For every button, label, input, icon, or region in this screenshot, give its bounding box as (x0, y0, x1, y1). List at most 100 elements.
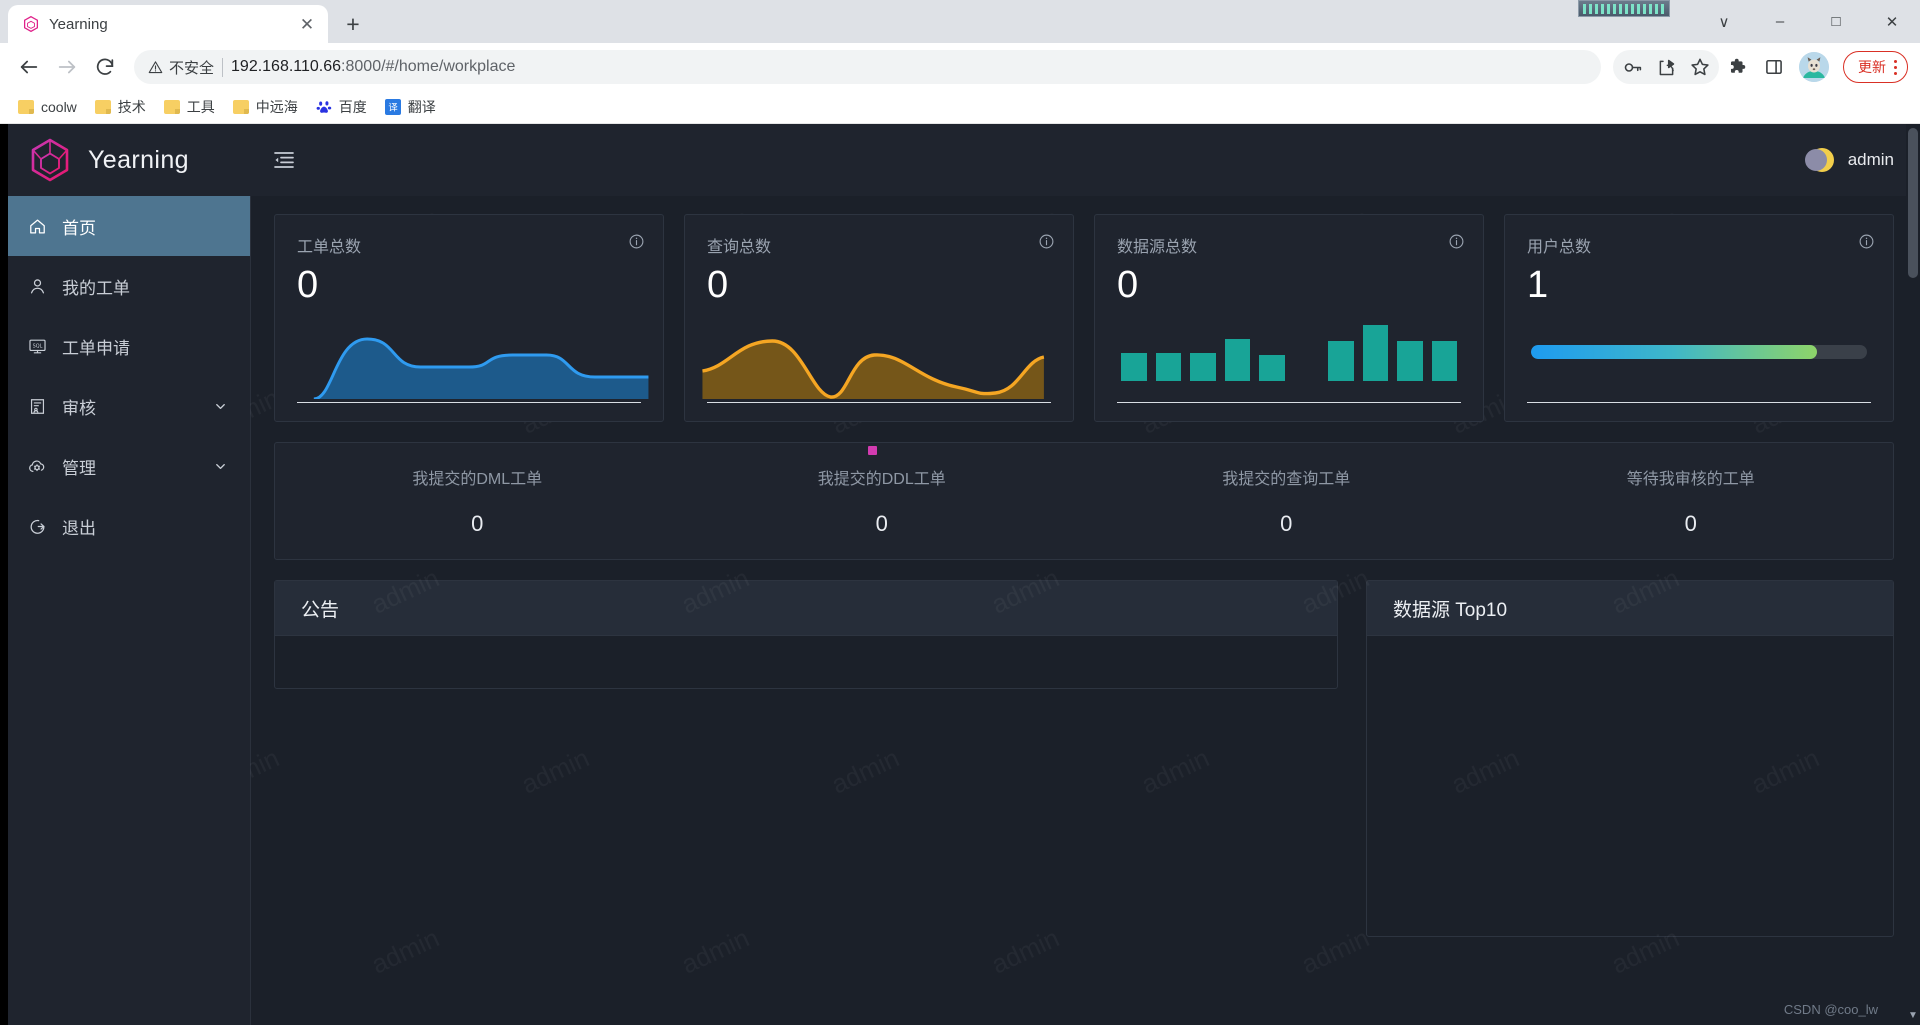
summary-label: 等待我审核的工单 (1626, 471, 1755, 488)
chevron-down-icon[interactable] (213, 459, 228, 474)
toolbar-right-actions: 更新 (1613, 50, 1908, 84)
info-circle-icon[interactable] (1038, 233, 1055, 255)
content-area: admin admin admin admin admin admin admi… (250, 124, 1920, 1025)
bookmark-item[interactable]: 百度 (308, 93, 375, 121)
window-chevron-icon[interactable]: ∨ (1696, 0, 1752, 43)
password-key-icon[interactable] (1615, 50, 1649, 84)
folder-icon (163, 100, 180, 114)
summary-value: 0 (875, 511, 888, 536)
user-icon (26, 277, 48, 296)
browser-tab[interactable]: Yearning ✕ (8, 5, 328, 43)
summary-value: 0 (1280, 511, 1293, 536)
panel-body-top10 (1367, 636, 1893, 936)
stat-card-total-orders: 工单总数 0 (274, 214, 664, 422)
bookmark-item[interactable]: 工具 (156, 93, 223, 121)
maximize-icon[interactable]: □ (1808, 0, 1864, 43)
sidebar-item-label: 审核 (62, 398, 96, 418)
stat-cards-row: 工单总数 0 查询总数 0 数据源总数 0 用户总数 1 (274, 214, 1894, 422)
info-circle-icon[interactable] (1448, 233, 1465, 255)
bookmark-item[interactable]: coolw (10, 95, 85, 119)
stat-card-baseline (297, 402, 641, 403)
stat-card-total-datasources: 数据源总数 0 (1094, 214, 1484, 422)
cat-profile-avatar-icon[interactable] (1799, 52, 1829, 82)
dashboard-page: admin admin admin admin admin admin admi… (250, 196, 1920, 1025)
bar (1121, 353, 1147, 381)
hexagon-logo-icon (31, 138, 69, 182)
brand-logo[interactable]: Yearning (8, 124, 250, 196)
translate-icon: 译 (384, 99, 401, 115)
stat-card-value: 0 (707, 264, 729, 306)
sidebar-item-audit[interactable]: 审核 (8, 376, 250, 436)
summary-item-pending-audit: 等待我审核的工单 0 (1489, 465, 1894, 537)
url-path: :8000/#/home/workplace (341, 58, 516, 75)
close-icon[interactable]: ✕ (296, 13, 318, 35)
scroll-down-arrow-icon[interactable]: ▼ (1908, 1011, 1918, 1021)
sidebar-item-my-orders[interactable]: 我的工单 (8, 256, 250, 316)
sidebar-item-order-apply[interactable]: SQL 工单申请 (8, 316, 250, 376)
user-menu[interactable]: admin (1802, 143, 1894, 177)
plus-icon[interactable]: + (336, 7, 370, 41)
sidebar-item-logout[interactable]: 退出 (8, 496, 250, 556)
bar-empty (1294, 380, 1320, 381)
bookmark-label: coolw (41, 99, 77, 115)
stat-card-value: 0 (297, 264, 319, 306)
info-circle-icon[interactable] (1858, 233, 1875, 255)
window-controls: ∨ – □ ✕ (1696, 0, 1920, 43)
side-panel-icon[interactable] (1757, 50, 1791, 84)
reload-icon[interactable] (88, 50, 122, 84)
area-chart-orange (685, 319, 1073, 399)
page-scrollbar[interactable]: ▼ (1906, 124, 1920, 1025)
csdn-watermark: CSDN @coo_lw (1783, 1002, 1878, 1017)
sidebar-item-label: 管理 (62, 458, 96, 478)
stat-card-baseline (1527, 402, 1871, 403)
bookmark-star-icon[interactable] (1683, 50, 1717, 84)
sidebar: Yearning 首页 我的工单 SQL 工单申请 审核 管理 退出 (8, 124, 250, 1025)
security-indicator[interactable]: 不安全 (148, 57, 214, 78)
panel-datasource-top10: 数据源 Top10 (1366, 580, 1894, 937)
panel-title: 数据源 Top10 (1393, 599, 1508, 621)
address-bar[interactable]: 不安全 192.168.110.66:8000/#/home/workplace (134, 50, 1601, 84)
not-secure-warning-icon (148, 60, 163, 73)
sidebar-item-home[interactable]: 首页 (8, 196, 250, 256)
summary-item-ddl: 我提交的DDL工单 0 (680, 465, 1085, 537)
stat-card-title: 工单总数 (297, 239, 362, 256)
panel-body-notice (275, 636, 1337, 688)
update-button[interactable]: 更新 (1843, 51, 1908, 83)
summary-label: 我提交的DML工单 (412, 471, 543, 488)
summary-label: 我提交的查询工单 (1222, 471, 1351, 488)
sidebar-item-manage[interactable]: 管理 (8, 436, 250, 496)
extensions-puzzle-icon[interactable] (1721, 50, 1755, 84)
window-close-icon[interactable]: ✕ (1864, 0, 1920, 43)
bookmark-item[interactable]: 译 翻译 (377, 93, 444, 121)
three-dot-menu-icon[interactable] (1894, 59, 1897, 75)
scrollbar-thumb[interactable] (1908, 128, 1918, 278)
url-host: 192.168.110.66 (231, 58, 342, 75)
bookmark-item[interactable]: 技术 (87, 93, 154, 121)
menu-fold-icon[interactable] (272, 146, 300, 174)
window-overlay-widget (1578, 0, 1670, 17)
sidebar-nav: 首页 我的工单 SQL 工单申请 审核 管理 退出 (8, 196, 250, 556)
stat-card-title: 数据源总数 (1117, 239, 1198, 256)
back-arrow-icon[interactable] (12, 50, 46, 84)
folder-icon (18, 100, 34, 114)
yearning-app: Yearning 首页 我的工单 SQL 工单申请 审核 管理 退出 admin… (0, 124, 1920, 1025)
bar (1431, 341, 1457, 381)
info-circle-icon[interactable] (628, 233, 645, 255)
bar (1328, 340, 1354, 381)
cloud-settings-icon (26, 456, 48, 476)
bar (1362, 324, 1388, 381)
bar (1190, 353, 1216, 381)
forward-arrow-icon (50, 50, 84, 84)
browser-window: Yearning ✕ + ∨ – □ ✕ 不安全 192.168.110.66:… (0, 0, 1920, 1025)
my-orders-summary-row: 我提交的DML工单 0 我提交的DDL工单 0 我提交的查询工单 0 等待我审核… (274, 442, 1894, 560)
browser-toolbar: 不安全 192.168.110.66:8000/#/home/workplace (0, 43, 1920, 91)
update-button-label: 更新 (1858, 59, 1886, 75)
bar-group (1095, 319, 1483, 381)
svg-text:SQL: SQL (32, 343, 42, 349)
bookmark-item[interactable]: 中远海 (225, 93, 306, 121)
chevron-down-icon[interactable] (213, 399, 228, 414)
minimize-icon[interactable]: – (1752, 0, 1808, 43)
svg-text:译: 译 (388, 102, 398, 113)
share-icon[interactable] (1649, 50, 1683, 84)
summary-value: 0 (1684, 511, 1697, 536)
